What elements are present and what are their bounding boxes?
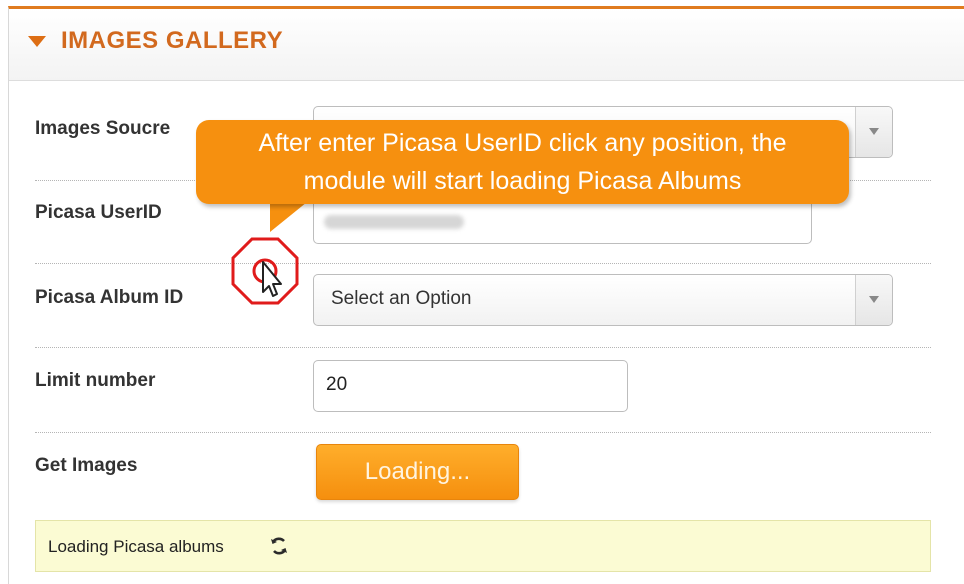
picasa-userid-label: Picasa UserID [35, 202, 162, 223]
chevron-down-icon [869, 296, 879, 303]
refresh-icon [271, 537, 287, 555]
limit-number-input[interactable]: 20 [313, 360, 628, 412]
callout-line-2: module will start loading Picasa Albums [303, 167, 742, 195]
get-images-button[interactable]: Loading... [316, 444, 519, 500]
picasa-album-id-select[interactable]: Select an Option [313, 274, 893, 326]
images-source-dropdown-arrow[interactable] [855, 107, 892, 157]
picasa-album-id-value: Select an Option [331, 288, 472, 309]
instruction-callout: After enter Picasa UserID click any posi… [196, 120, 849, 204]
loading-status-bar: Loading Picasa albums [35, 520, 931, 572]
row-divider [35, 432, 931, 433]
picasa-album-dropdown-arrow[interactable] [855, 275, 892, 325]
images-source-label: Images Soucre [35, 118, 171, 139]
get-images-label: Get Images [35, 455, 138, 476]
chevron-down-icon [869, 128, 879, 135]
click-indicator-icon [231, 237, 299, 305]
limit-number-label: Limit number [35, 370, 156, 391]
panel-title: IMAGES GALLERY [61, 27, 284, 54]
collapse-caret-icon[interactable] [28, 36, 46, 47]
picasa-album-id-label: Picasa Album ID [35, 287, 184, 308]
callout-line-1: After enter Picasa UserID click any posi… [258, 129, 787, 157]
row-divider [35, 347, 931, 348]
status-text: Loading Picasa albums [48, 537, 224, 556]
row-divider [35, 263, 931, 264]
redacted-userid-value [324, 215, 464, 229]
panel-header[interactable]: IMAGES GALLERY [9, 9, 964, 81]
